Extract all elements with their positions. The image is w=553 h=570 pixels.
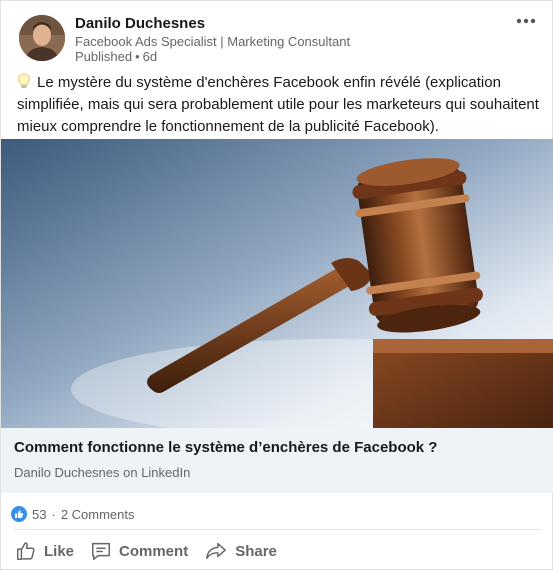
actions-divider [13,529,542,530]
like-reaction-icon [11,506,27,522]
post-time: 6d [142,49,158,64]
thumbs-up-icon [17,542,35,560]
more-options-button[interactable] [514,9,538,33]
comment-label: Comment [119,542,189,560]
share-button[interactable]: Share [196,533,285,569]
lightbulb-icon [17,73,31,89]
share-arrow-icon [206,542,227,560]
comment-count[interactable]: 2 Comments [61,507,135,522]
share-label: Share [235,542,277,560]
author-avatar[interactable] [19,15,65,61]
meta-separator: • [135,49,140,64]
like-button[interactable]: Like [1,533,82,569]
post-meta: Published • 6d [75,49,157,64]
article-link[interactable]: Comment fonctionne le système d’enchères… [1,428,553,493]
like-label: Like [44,542,75,560]
author-headline: Facebook Ads Specialist | Marketing Cons… [75,34,351,49]
gavel-image [1,139,553,428]
comment-button[interactable]: Comment [82,533,196,569]
social-counts: 53 · 2 Comments [11,505,135,523]
publish-status: Published [75,49,133,64]
post-text: Le mystère du système d'enchères Faceboo… [17,74,539,135]
action-bar: Like Comment Share [1,533,553,569]
avatar-photo [19,15,65,61]
post-header: Danilo Duchesnes Facebook Ads Specialist… [1,1,553,67]
author-name[interactable]: Danilo Duchesnes [75,15,205,32]
comment-icon [92,542,110,560]
article-source: Danilo Duchesnes on LinkedIn [14,465,191,480]
reaction-count[interactable]: 53 [32,507,46,522]
ellipsis-icon [516,18,536,24]
social-separator: · [51,506,56,522]
post-card: Danilo Duchesnes Facebook Ads Specialist… [0,0,553,570]
article-title[interactable]: Comment fonctionne le système d’enchères… [14,439,437,456]
post-body: Le mystère du système d'enchères Faceboo… [17,72,545,138]
article-image[interactable] [1,139,553,428]
